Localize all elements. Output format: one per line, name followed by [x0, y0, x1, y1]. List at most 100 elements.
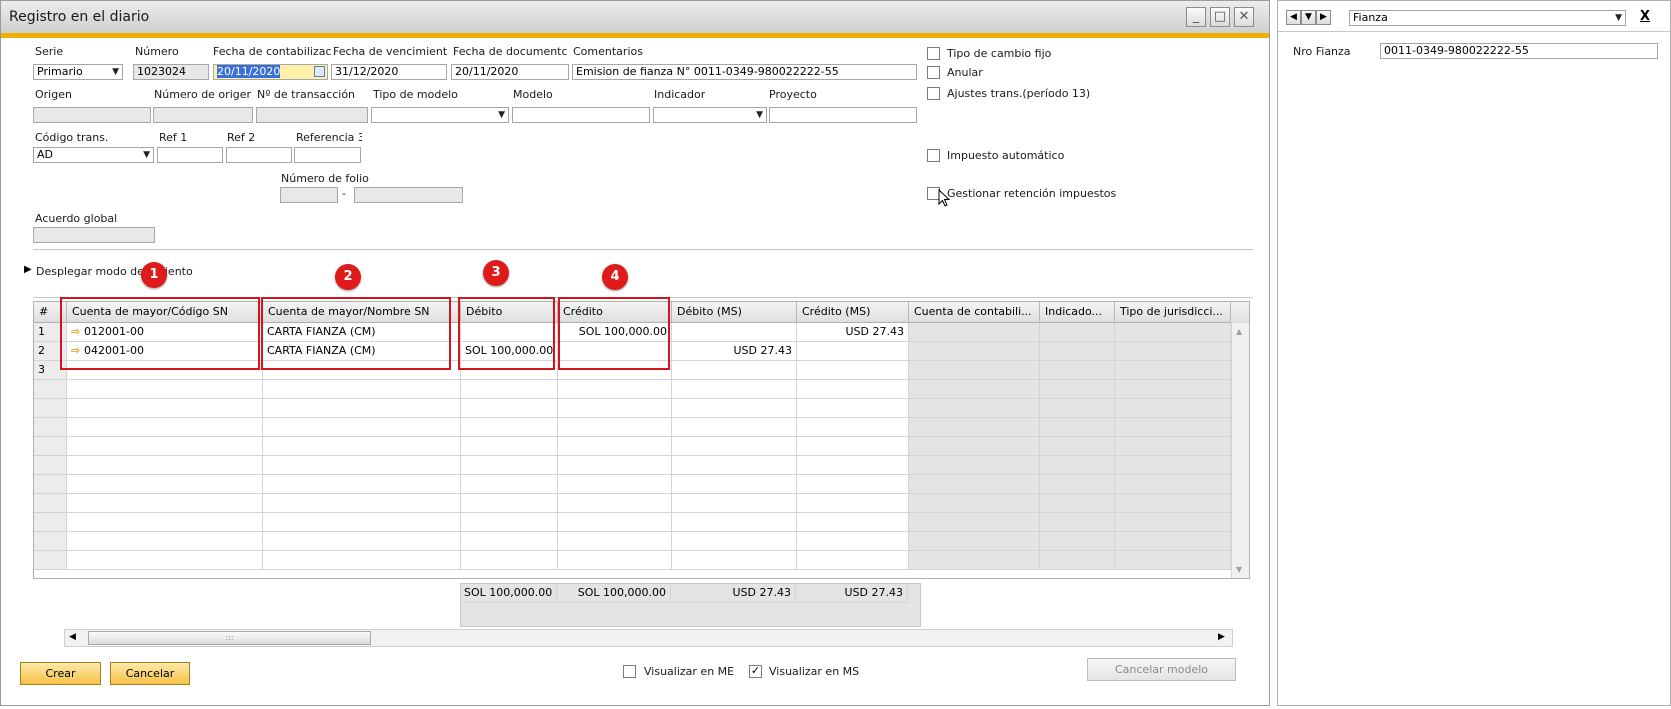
table-cell-indicador[interactable] [1040, 361, 1115, 380]
table-cell-credito-ms[interactable] [797, 361, 909, 380]
table-cell-cuenta-contab[interactable] [909, 494, 1040, 513]
table-cell-cuenta-contab[interactable] [909, 551, 1040, 570]
codigo-trans-select[interactable]: AD [33, 147, 154, 163]
table-cell-credito-ms[interactable] [797, 418, 909, 437]
expander-label[interactable]: Desplegar modo de amiento [36, 265, 193, 278]
empty-row[interactable] [34, 513, 1231, 532]
table-cell-indicador[interactable] [1040, 532, 1115, 551]
ref1-field[interactable] [157, 147, 223, 163]
empty-row[interactable] [34, 437, 1231, 456]
empty-row[interactable] [34, 494, 1231, 513]
udf-selector[interactable]: Fianza [1349, 10, 1626, 26]
column-header-debito-ms[interactable]: Débito (MS) [672, 302, 797, 323]
table-cell-debito-ms[interactable] [672, 437, 797, 456]
table-cell-credito-ms[interactable] [797, 342, 909, 361]
empty-row[interactable] [34, 399, 1231, 418]
indicador-select[interactable] [653, 107, 767, 123]
close-icon[interactable]: ✕ [1234, 7, 1254, 27]
table-cell-cuenta[interactable] [67, 551, 263, 570]
table-cell-cuenta-contab[interactable] [909, 418, 1040, 437]
fecha-contab-field[interactable]: 20/11/2020 [213, 64, 328, 80]
table-cell-jurisdiccion[interactable] [1115, 456, 1231, 475]
table-cell-nombre[interactable] [263, 513, 461, 532]
scroll-down-icon[interactable]: ▼ [1236, 565, 1242, 574]
table-cell-credito[interactable] [558, 475, 672, 494]
minimize-icon[interactable]: _ [1186, 7, 1206, 27]
table-cell-jurisdiccion[interactable] [1115, 323, 1231, 342]
table-cell-credito-ms[interactable] [797, 475, 909, 494]
table-cell-credito[interactable] [558, 418, 672, 437]
table-cell-indicador[interactable] [1040, 456, 1115, 475]
table-cell-credito[interactable] [558, 551, 672, 570]
horizontal-scrollbar[interactable]: ◀ ::: ▶ [64, 629, 1233, 647]
table-cell-cuenta-contab[interactable] [909, 437, 1040, 456]
table-cell-credito[interactable] [558, 380, 672, 399]
table-cell-cuenta[interactable] [67, 380, 263, 399]
vertical-scrollbar[interactable]: ▲ ▼ [1231, 323, 1249, 578]
table-cell-debito-ms[interactable] [672, 475, 797, 494]
crear-button[interactable]: Crear [20, 662, 101, 685]
table-cell-debito-ms[interactable] [672, 323, 797, 342]
empty-row[interactable] [34, 532, 1231, 551]
column-header-cuenta-contab[interactable]: Cuenta de contabili... [909, 302, 1040, 323]
table-cell-credito[interactable] [558, 513, 672, 532]
table-cell-nombre[interactable] [263, 475, 461, 494]
tipo-cambio-checkbox[interactable] [927, 47, 940, 60]
empty-row[interactable] [34, 475, 1231, 494]
scroll-right-icon[interactable]: ▶ [1218, 632, 1225, 642]
table-cell-cuenta[interactable] [67, 494, 263, 513]
table-cell-debito-ms[interactable] [672, 494, 797, 513]
table-cell-cuenta-contab[interactable] [909, 513, 1040, 532]
table-cell-debito[interactable] [461, 399, 558, 418]
table-cell-debito[interactable] [461, 551, 558, 570]
maximize-icon[interactable]: □ [1210, 7, 1230, 27]
fecha-venc-field[interactable]: 31/12/2020 [331, 64, 447, 80]
visualizar-ms-checkbox[interactable]: ✓ [749, 665, 762, 678]
column-header-indicador[interactable]: Indicado... [1040, 302, 1115, 323]
table-cell-cuenta[interactable] [67, 513, 263, 532]
table-cell-jurisdiccion[interactable] [1115, 532, 1231, 551]
table-cell-jurisdiccion[interactable] [1115, 551, 1231, 570]
empty-row[interactable] [34, 456, 1231, 475]
table-cell-debito[interactable] [461, 475, 558, 494]
table-cell-indicador[interactable] [1040, 380, 1115, 399]
table-cell-credito-ms[interactable] [797, 494, 909, 513]
cancelar-modelo-button[interactable]: Cancelar modelo [1087, 658, 1236, 681]
scroll-thumb[interactable]: ::: [88, 631, 371, 645]
table-cell-jurisdiccion[interactable] [1115, 342, 1231, 361]
table-cell-nombre[interactable] [263, 437, 461, 456]
table-cell-indicador[interactable] [1040, 437, 1115, 456]
table-cell-debito-ms[interactable] [672, 361, 797, 380]
table-cell-indicador[interactable] [1040, 323, 1115, 342]
table-cell-jurisdiccion[interactable] [1115, 361, 1231, 380]
table-cell-credito-ms[interactable] [797, 456, 909, 475]
table-cell-debito[interactable] [461, 456, 558, 475]
expand-arrow-icon[interactable]: ▶ [24, 264, 32, 275]
table-cell-cuenta-contab[interactable] [909, 342, 1040, 361]
table-cell-debito-ms[interactable]: USD 27.43 [672, 342, 797, 361]
table-cell-credito[interactable] [558, 532, 672, 551]
table-cell-indicador[interactable] [1040, 342, 1115, 361]
table-cell-cuenta-contab[interactable] [909, 532, 1040, 551]
table-cell-debito[interactable] [461, 380, 558, 399]
column-header-credito-ms[interactable]: Crédito (MS) [797, 302, 909, 323]
nav-prev-icon[interactable]: ◀ [1286, 10, 1301, 25]
empty-row[interactable] [34, 418, 1231, 437]
table-cell-jurisdiccion[interactable] [1115, 494, 1231, 513]
table-cell-debito-ms[interactable] [672, 551, 797, 570]
table-cell-credito[interactable] [558, 494, 672, 513]
table-cell-credito-ms[interactable] [797, 551, 909, 570]
table-cell-cuenta-contab[interactable] [909, 380, 1040, 399]
table-cell-cuenta-contab[interactable] [909, 456, 1040, 475]
table-cell-debito[interactable] [461, 513, 558, 532]
table-cell-debito-ms[interactable] [672, 399, 797, 418]
ref2-field[interactable] [226, 147, 292, 163]
cancelar-button[interactable]: Cancelar [110, 662, 190, 685]
table-cell-debito[interactable] [461, 418, 558, 437]
table-cell-debito[interactable] [461, 494, 558, 513]
nav-next-icon[interactable]: ▶ [1316, 10, 1331, 25]
empty-row[interactable] [34, 380, 1231, 399]
column-header-jurisdiccion[interactable]: Tipo de jurisdicci... [1115, 302, 1231, 323]
table-cell-indicador[interactable] [1040, 399, 1115, 418]
scroll-up-icon[interactable]: ▲ [1236, 327, 1242, 336]
